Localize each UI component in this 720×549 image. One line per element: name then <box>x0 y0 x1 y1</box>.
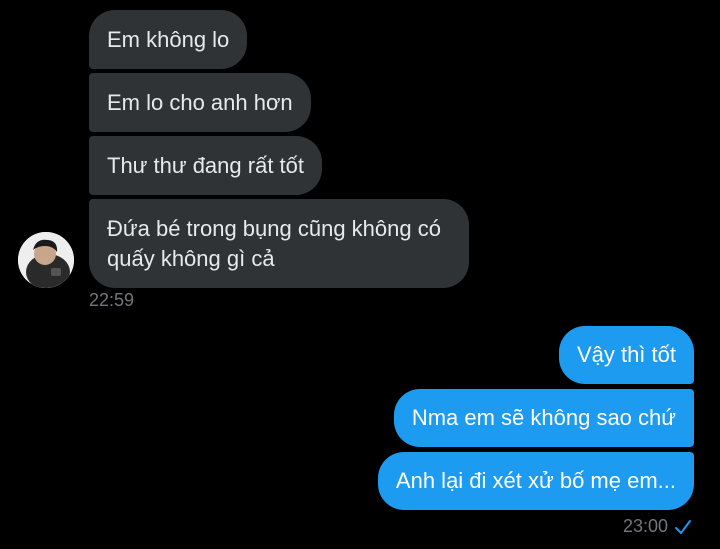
outgoing-timestamp: 23:00 <box>622 516 668 536</box>
sent-check-icon <box>675 520 691 534</box>
avatar-image <box>18 232 74 288</box>
outgoing-message[interactable]: Vậy thì tốt <box>558 326 694 384</box>
outgoing-message[interactable]: Nma em sẽ không sao chứ <box>393 389 694 447</box>
incoming-message[interactable]: Đứa bé trong bụng cũng không có quấy khô… <box>89 199 469 288</box>
incoming-message[interactable]: Thư thư đang rất tốt <box>89 136 323 195</box>
incoming-message[interactable]: Em không lo <box>89 10 248 69</box>
contact-avatar[interactable] <box>18 232 74 288</box>
outgoing-message[interactable]: Anh lại đi xét xử bố mẹ em... <box>377 452 694 510</box>
incoming-message[interactable]: Em lo cho anh hơn <box>89 73 311 132</box>
incoming-timestamp: 22:59 <box>89 290 135 310</box>
